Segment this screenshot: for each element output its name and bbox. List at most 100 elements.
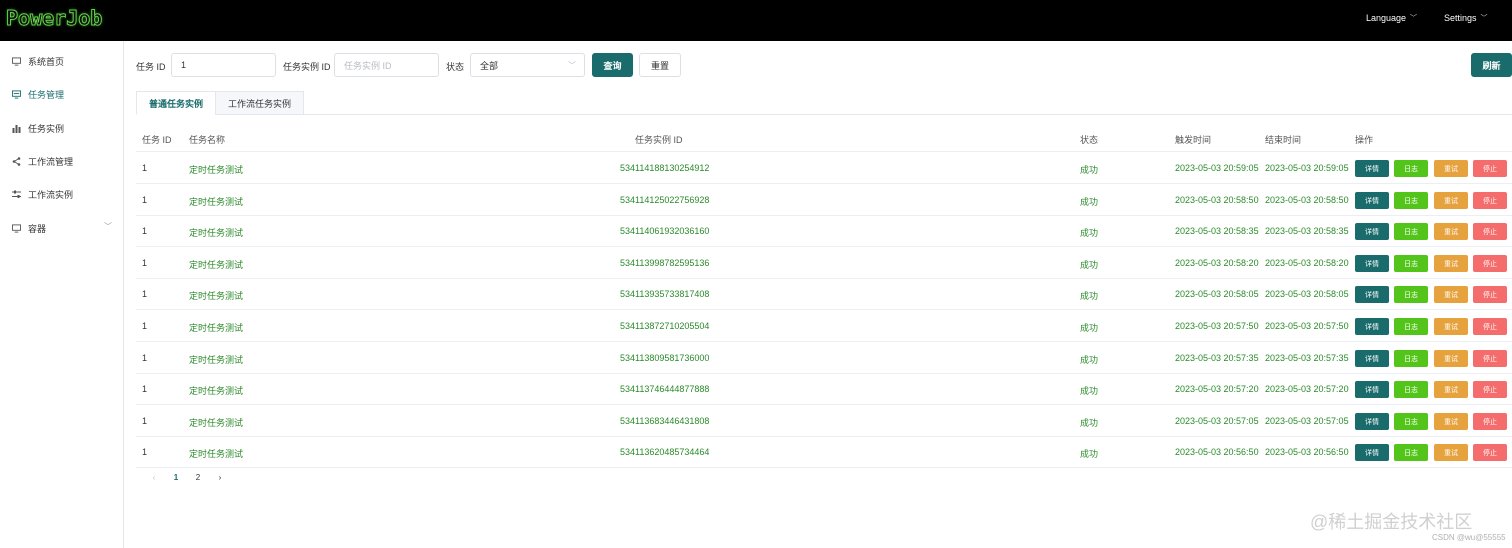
retry-button[interactable]: 重试 bbox=[1434, 286, 1468, 303]
stop-button[interactable]: 停止 bbox=[1473, 444, 1507, 461]
detail-button[interactable]: 详情 bbox=[1355, 223, 1389, 240]
end-time-cell: 2023-05-03 20:57:05 bbox=[1265, 416, 1349, 426]
retry-button[interactable]: 重试 bbox=[1434, 350, 1468, 367]
log-button[interactable]: 日志 bbox=[1394, 350, 1428, 367]
sidebar-item-home[interactable]: 系统首页 bbox=[12, 55, 64, 68]
trigger-time-cell: 2023-05-03 20:59:05 bbox=[1175, 163, 1259, 173]
job-name-cell: 定时任务测试 bbox=[189, 449, 244, 459]
detail-button[interactable]: 详情 bbox=[1355, 318, 1389, 335]
log-button[interactable]: 日志 bbox=[1394, 413, 1428, 430]
log-button[interactable]: 日志 bbox=[1394, 318, 1428, 335]
status-select[interactable]: 全部 ﹀ bbox=[470, 53, 585, 77]
log-button[interactable]: 日志 bbox=[1394, 223, 1428, 240]
job-id-label: 任务 ID bbox=[136, 62, 166, 72]
sidebar-item-jobs[interactable]: 任务管理 bbox=[12, 88, 64, 101]
stop-button[interactable]: 停止 bbox=[1473, 350, 1507, 367]
stop-button[interactable]: 停止 bbox=[1473, 160, 1507, 177]
end-time-cell: 2023-05-03 20:57:35 bbox=[1265, 353, 1349, 363]
page-button[interactable]: 1 bbox=[165, 473, 187, 482]
retry-button[interactable]: 重试 bbox=[1434, 255, 1468, 272]
column-header: 任务名称 bbox=[189, 135, 226, 145]
sliders-icon bbox=[12, 190, 21, 199]
page-button[interactable]: 2 bbox=[187, 473, 209, 482]
retry-button[interactable]: 重试 bbox=[1434, 444, 1468, 461]
detail-button[interactable]: 详情 bbox=[1355, 381, 1389, 398]
job-id-cell: 1 bbox=[142, 447, 148, 457]
log-button[interactable]: 日志 bbox=[1394, 381, 1428, 398]
end-time-cell: 2023-05-03 20:59:05 bbox=[1265, 163, 1349, 173]
sidebar-item-workflow-instances[interactable]: 工作流实例 bbox=[12, 188, 73, 201]
retry-button[interactable]: 重试 bbox=[1434, 381, 1468, 398]
container-icon bbox=[12, 224, 21, 233]
detail-button[interactable]: 详情 bbox=[1355, 160, 1389, 177]
task-icon bbox=[12, 90, 21, 99]
sidebar-item-label: 工作流实例 bbox=[28, 190, 74, 200]
retry-button[interactable]: 重试 bbox=[1434, 192, 1468, 209]
trigger-time-cell: 2023-05-03 20:57:20 bbox=[1175, 384, 1259, 394]
language-menu[interactable]: Language ﹀ bbox=[1366, 13, 1417, 23]
instance-id-cell: 534113746444877888 bbox=[620, 384, 710, 394]
trigger-time-cell: 2023-05-03 20:58:50 bbox=[1175, 195, 1259, 205]
log-button[interactable]: 日志 bbox=[1394, 255, 1428, 272]
detail-button[interactable]: 详情 bbox=[1355, 444, 1389, 461]
log-button[interactable]: 日志 bbox=[1394, 160, 1428, 177]
job-id-cell: 1 bbox=[142, 195, 148, 205]
status-cell: 成功 bbox=[1080, 418, 1099, 428]
detail-button[interactable]: 详情 bbox=[1355, 192, 1389, 209]
instance-id-cell: 534114188130254912 bbox=[620, 163, 710, 173]
retry-button[interactable]: 重试 bbox=[1434, 160, 1468, 177]
column-header: 任务实例 ID bbox=[635, 135, 683, 145]
end-time-cell: 2023-05-03 20:56:50 bbox=[1265, 447, 1349, 457]
stop-button[interactable]: 停止 bbox=[1473, 223, 1507, 240]
log-button[interactable]: 日志 bbox=[1394, 286, 1428, 303]
log-button[interactable]: 日志 bbox=[1394, 444, 1428, 461]
chevron-down-icon: ﹀ bbox=[1480, 15, 1488, 22]
app-logo[interactable]: PowerJob bbox=[5, 6, 102, 31]
retry-button[interactable]: 重试 bbox=[1434, 413, 1468, 430]
sidebar-item-label: 系统首页 bbox=[28, 57, 65, 67]
detail-button[interactable]: 详情 bbox=[1355, 255, 1389, 272]
sidebar-item-containers[interactable]: 容器 bbox=[12, 222, 46, 235]
end-time-cell: 2023-05-03 20:58:05 bbox=[1265, 289, 1349, 299]
detail-button[interactable]: 详情 bbox=[1355, 413, 1389, 430]
tab-divider bbox=[136, 114, 1512, 115]
status-select-value: 全部 bbox=[480, 60, 499, 71]
status-label: 状态 bbox=[446, 62, 465, 72]
instance-id-cell: 534114061932036160 bbox=[620, 226, 710, 236]
stop-button[interactable]: 停止 bbox=[1473, 318, 1507, 335]
chevron-down-icon[interactable]: ﹀ bbox=[104, 221, 112, 232]
chevron-down-icon: ﹀ bbox=[568, 61, 576, 70]
stop-button[interactable]: 停止 bbox=[1473, 255, 1507, 272]
stop-button[interactable]: 停止 bbox=[1473, 192, 1507, 209]
sidebar-item-workflows[interactable]: 工作流管理 bbox=[12, 155, 73, 168]
log-button[interactable]: 日志 bbox=[1394, 192, 1428, 209]
next-page-button[interactable]: › bbox=[209, 473, 231, 482]
refresh-button[interactable]: 刷新 bbox=[1471, 53, 1512, 77]
tab-normal-instances[interactable]: 普通任务实例 bbox=[136, 91, 217, 115]
stop-button[interactable]: 停止 bbox=[1473, 381, 1507, 398]
detail-button[interactable]: 详情 bbox=[1355, 286, 1389, 303]
detail-button[interactable]: 详情 bbox=[1355, 350, 1389, 367]
column-header: 结束时间 bbox=[1265, 135, 1302, 145]
instance-id-input[interactable]: 任务实例 ID bbox=[334, 53, 439, 77]
tab-workflow-instances[interactable]: 工作流任务实例 bbox=[215, 91, 305, 115]
job-id-input[interactable]: 1 bbox=[171, 53, 276, 77]
stop-button[interactable]: 停止 bbox=[1473, 413, 1507, 430]
retry-button[interactable]: 重试 bbox=[1434, 318, 1468, 335]
query-button[interactable]: 查询 bbox=[592, 53, 633, 77]
job-name-cell: 定时任务测试 bbox=[189, 228, 244, 238]
trigger-time-cell: 2023-05-03 20:57:05 bbox=[1175, 416, 1259, 426]
chevron-down-icon: ﹀ bbox=[1410, 15, 1418, 22]
top-bar: PowerJob Language ﹀ Settings ﹀ bbox=[0, 0, 1512, 41]
prev-page-button[interactable]: ‹ bbox=[143, 473, 165, 482]
status-cell: 成功 bbox=[1080, 355, 1099, 365]
stop-button[interactable]: 停止 bbox=[1473, 286, 1507, 303]
watermark: @稀土掘金技术社区 bbox=[1310, 512, 1473, 532]
trigger-time-cell: 2023-05-03 20:58:35 bbox=[1175, 226, 1259, 236]
status-cell: 成功 bbox=[1080, 386, 1099, 396]
reset-button[interactable]: 重置 bbox=[639, 53, 681, 77]
sidebar-item-instances[interactable]: 任务实例 bbox=[12, 122, 64, 135]
job-id-cell: 1 bbox=[142, 258, 148, 268]
settings-menu[interactable]: Settings ﹀ bbox=[1444, 13, 1488, 23]
retry-button[interactable]: 重试 bbox=[1434, 223, 1468, 240]
